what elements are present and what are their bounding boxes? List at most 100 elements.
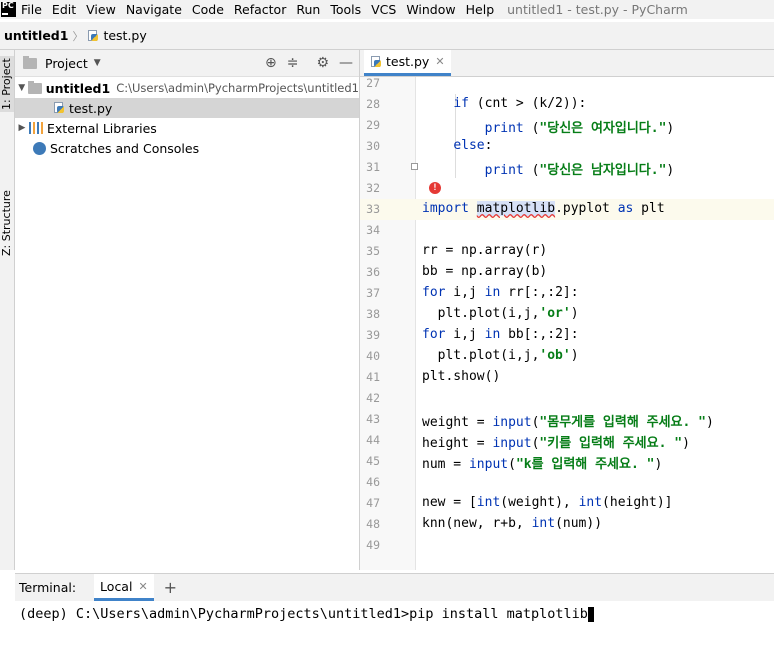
line-number: 28 [366, 97, 380, 111]
code-line[interactable]: 37 for i,j in rr[:,:2]: [360, 283, 774, 304]
terminal-tab-bar: Terminal: Local ✕ + [15, 574, 774, 601]
code-line[interactable]: 35 rr = np.array(r) [360, 241, 774, 262]
line-number: 47 [366, 496, 380, 510]
code-text: plt.show() [422, 369, 501, 384]
gear-icon[interactable]: ⚙ [316, 55, 329, 71]
code-line[interactable]: 42 [360, 388, 774, 409]
line-number: 40 [366, 349, 380, 363]
text-cursor [587, 606, 594, 622]
tree-item-project-root[interactable]: ▼ untitled1 C:\Users\admin\PycharmProjec… [15, 78, 359, 98]
code-text: new = [int(weight), int(height)] [422, 495, 673, 510]
left-tool-strip: 1: Project Z: Structure [0, 50, 15, 570]
menu-refactor[interactable]: Refactor [229, 2, 291, 17]
code-line[interactable]: 31 print ("당신은 남자입니다.") [360, 157, 774, 178]
code-line[interactable]: 46 [360, 472, 774, 493]
code-line[interactable]: 38 plt.plot(i,j,'or') [360, 304, 774, 325]
python-file-icon [53, 102, 65, 114]
add-terminal-icon[interactable]: + [164, 578, 177, 597]
chevron-down-icon[interactable]: ▼ [94, 58, 101, 68]
code-line[interactable]: 34 [360, 220, 774, 241]
breadcrumb-file[interactable]: test.py [103, 28, 146, 43]
terminal-tab-local[interactable]: Local ✕ [94, 574, 154, 601]
code-line[interactable]: 30 else: [360, 136, 774, 157]
code-text: plt.plot(i,j,'ob') [422, 348, 579, 363]
code-line[interactable]: 40 plt.plot(i,j,'ob') [360, 346, 774, 367]
line-number: 48 [366, 517, 380, 531]
folder-icon [28, 80, 42, 94]
code-line[interactable]: 32! [360, 178, 774, 199]
terminal-tab-label: Local [100, 578, 133, 594]
tree-item-label: test.py [69, 100, 113, 116]
terminal-command: (deep) C:\Users\admin\PycharmProjects\un… [19, 606, 588, 622]
tree-item-test-py[interactable]: test.py [15, 98, 359, 118]
code-line[interactable]: 33 import matplotlib.pyplot as plt [360, 199, 774, 220]
folder-icon [23, 55, 37, 69]
menu-tools[interactable]: Tools [325, 2, 366, 17]
code-area[interactable]: 27 28 if (cnt > (k/2)): 29 print ("당신은 여자입… [360, 73, 774, 556]
line-number: 49 [366, 538, 380, 552]
code-line[interactable]: 43 weight = input("몸무게를 입력해 주세요. ") [360, 409, 774, 430]
python-file-icon [87, 29, 99, 42]
terminal-panel: Terminal: Local ✕ + (deep) C:\Users\admi… [15, 573, 774, 646]
code-text: print ("당신은 여자입니다.") [484, 121, 675, 136]
code-line[interactable]: 45 num = input("k를 입력해 주세요. ") [360, 451, 774, 472]
code-line[interactable]: 28 if (cnt > (k/2)): [360, 94, 774, 115]
code-line[interactable]: 36 bb = np.array(b) [360, 262, 774, 283]
menu-edit[interactable]: Edit [47, 2, 81, 17]
menu-file[interactable]: File [16, 2, 47, 17]
line-number: 45 [366, 454, 380, 468]
close-icon[interactable]: ✕ [138, 580, 147, 593]
menu-vcs[interactable]: VCS [366, 2, 401, 17]
menu-run[interactable]: Run [291, 2, 325, 17]
code-line[interactable]: 47 new = [int(weight), int(height)] [360, 493, 774, 514]
tool-tab-structure[interactable]: Z: Structure [0, 190, 14, 256]
pycharm-logo-icon: PC [1, 2, 16, 17]
menubar: PC File Edit View Navigate Code Refactor… [0, 0, 774, 19]
code-text: bb = np.array(b) [422, 264, 548, 279]
breadcrumb-project[interactable]: untitled1 [4, 28, 68, 43]
minimize-icon[interactable]: — [339, 55, 353, 71]
menu-help[interactable]: Help [461, 2, 500, 17]
code-line[interactable]: 27 [360, 73, 774, 94]
code-line[interactable]: 48 knn(new, r+b, int(num)) [360, 514, 774, 535]
line-number: 31 [366, 160, 380, 174]
locate-target-icon[interactable]: ⊕ [265, 55, 277, 71]
tree-item-label: Scratches and Consoles [50, 140, 200, 156]
chevron-right-icon: 〉 [72, 29, 84, 43]
project-tree: ▼ untitled1 C:\Users\admin\PycharmProjec… [15, 78, 359, 158]
tree-item-external-libraries[interactable]: ▶ External Libraries [15, 118, 359, 138]
code-line[interactable]: 29 print ("당신은 여자입니다.") [360, 115, 774, 136]
line-number: 36 [366, 265, 380, 279]
fold-marker-icon[interactable] [411, 163, 418, 170]
tool-tab-project[interactable]: 1: Project [0, 56, 14, 112]
window-title: untitled1 - test.py - PyCharm [507, 2, 688, 17]
tree-item-label: External Libraries [47, 120, 157, 136]
terminal-command-line[interactable]: (deep) C:\Users\admin\PycharmProjects\un… [19, 606, 774, 622]
error-bulb-icon[interactable]: ! [429, 182, 441, 194]
code-line[interactable]: 44 height = input("키를 입력해 주세요. ") [360, 430, 774, 451]
project-view-selector[interactable]: Project [45, 56, 88, 71]
line-number: 35 [366, 244, 380, 258]
menu-navigate[interactable]: Navigate [121, 2, 187, 17]
line-number: 38 [366, 307, 380, 321]
expand-arrow-icon[interactable]: ▶ [15, 123, 29, 133]
line-number: 41 [366, 370, 380, 384]
line-number: 43 [366, 412, 380, 426]
project-panel-header: Project ▼ ⊕ ≑ ⚙ — [15, 50, 359, 77]
menu-code[interactable]: Code [187, 2, 229, 17]
line-number: 34 [366, 223, 380, 237]
line-number: 39 [366, 328, 380, 342]
expand-arrow-icon[interactable]: ▼ [15, 83, 28, 93]
close-icon[interactable]: ✕ [435, 55, 444, 68]
line-number: 46 [366, 475, 380, 489]
menu-view[interactable]: View [81, 2, 121, 17]
menu-window[interactable]: Window [401, 2, 460, 17]
code-text: rr = np.array(r) [422, 243, 548, 258]
line-number: 27 [366, 76, 380, 90]
code-text: for i,j in rr[:,:2]: [422, 285, 579, 300]
tree-item-scratches[interactable]: Scratches and Consoles [15, 138, 359, 158]
code-line[interactable]: 49 [360, 535, 774, 556]
collapse-all-icon[interactable]: ≑ [287, 55, 299, 71]
code-line[interactable]: 39 for i,j in bb[:,:2]: [360, 325, 774, 346]
code-line[interactable]: 41 plt.show() [360, 367, 774, 388]
